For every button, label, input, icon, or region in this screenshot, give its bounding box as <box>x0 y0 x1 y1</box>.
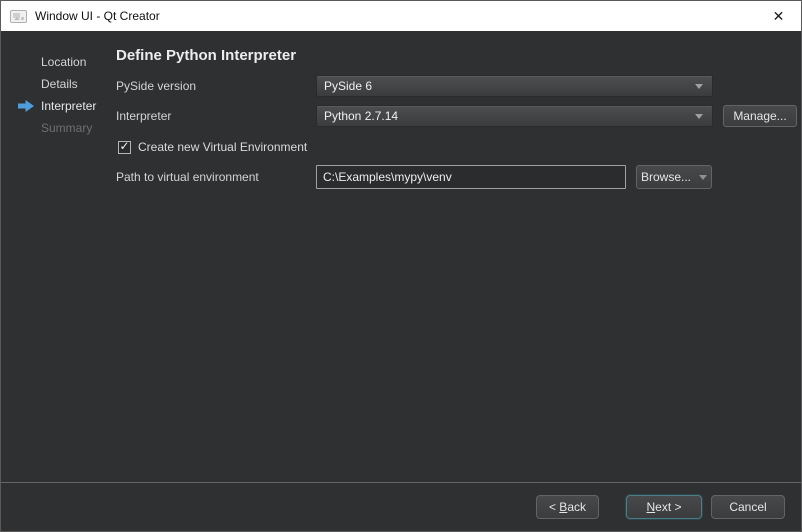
browse-button[interactable]: Browse... <box>636 165 712 189</box>
create-venv-label: Create new Virtual Environment <box>138 140 307 154</box>
dialog-body: Location Details Interpreter Summary Def… <box>1 31 801 482</box>
back-button-label: < Back <box>549 500 586 514</box>
next-button-label: Next > <box>646 500 681 514</box>
manage-button-label: Manage... <box>733 109 786 123</box>
wizard-dialog: Window UI - Qt Creator ✕ Location Detail… <box>0 0 802 532</box>
step-details: Details <box>1 73 116 95</box>
browse-button-label: Browse... <box>641 170 691 184</box>
venv-path-input[interactable] <box>316 165 626 189</box>
back-button[interactable]: < Back <box>536 495 599 519</box>
pyside-version-row: PySide version PySide 6 <box>116 75 801 97</box>
step-location: Location <box>1 51 116 73</box>
cancel-button-label: Cancel <box>729 500 766 514</box>
interpreter-row: Interpreter Python 2.7.14 Manage... <box>116 105 801 127</box>
chevron-down-icon <box>695 114 703 119</box>
step-location-label: Location <box>41 55 86 69</box>
step-details-label: Details <box>41 77 78 91</box>
window-icon <box>10 10 27 23</box>
wizard-steps-sidebar: Location Details Interpreter Summary <box>1 31 116 482</box>
step-summary: Summary <box>1 117 116 139</box>
footer-button-row: < Back Next > Cancel <box>1 483 801 531</box>
step-interpreter-label: Interpreter <box>41 99 96 113</box>
interpreter-value: Python 2.7.14 <box>317 109 695 123</box>
pyside-version-value: PySide 6 <box>317 79 695 93</box>
cancel-button[interactable]: Cancel <box>711 495 785 519</box>
pyside-version-select[interactable]: PySide 6 <box>316 75 713 97</box>
step-summary-label: Summary <box>41 121 92 135</box>
pyside-version-label: PySide version <box>116 79 316 93</box>
venv-path-row: Path to virtual environment Browse... <box>116 165 801 189</box>
create-venv-checkbox-row[interactable]: ✓ Create new Virtual Environment <box>116 140 801 154</box>
window-title: Window UI - Qt Creator <box>35 9 160 23</box>
checkmark-icon: ✓ <box>119 141 129 152</box>
create-venv-checkbox[interactable]: ✓ <box>118 141 131 154</box>
chevron-down-icon <box>699 175 707 180</box>
interpreter-select[interactable]: Python 2.7.14 <box>316 105 713 127</box>
venv-path-label: Path to virtual environment <box>116 170 316 184</box>
close-button[interactable]: ✕ <box>756 1 801 31</box>
chevron-down-icon <box>695 84 703 89</box>
current-step-arrow-icon <box>18 100 34 112</box>
interpreter-label: Interpreter <box>116 109 316 123</box>
titlebar: Window UI - Qt Creator ✕ <box>1 1 801 31</box>
wizard-page-content: Define Python Interpreter PySide version… <box>116 31 801 482</box>
manage-button[interactable]: Manage... <box>723 105 797 127</box>
close-icon: ✕ <box>773 8 785 25</box>
page-title: Define Python Interpreter <box>116 46 801 66</box>
next-button[interactable]: Next > <box>626 495 702 519</box>
step-interpreter: Interpreter <box>1 95 116 117</box>
